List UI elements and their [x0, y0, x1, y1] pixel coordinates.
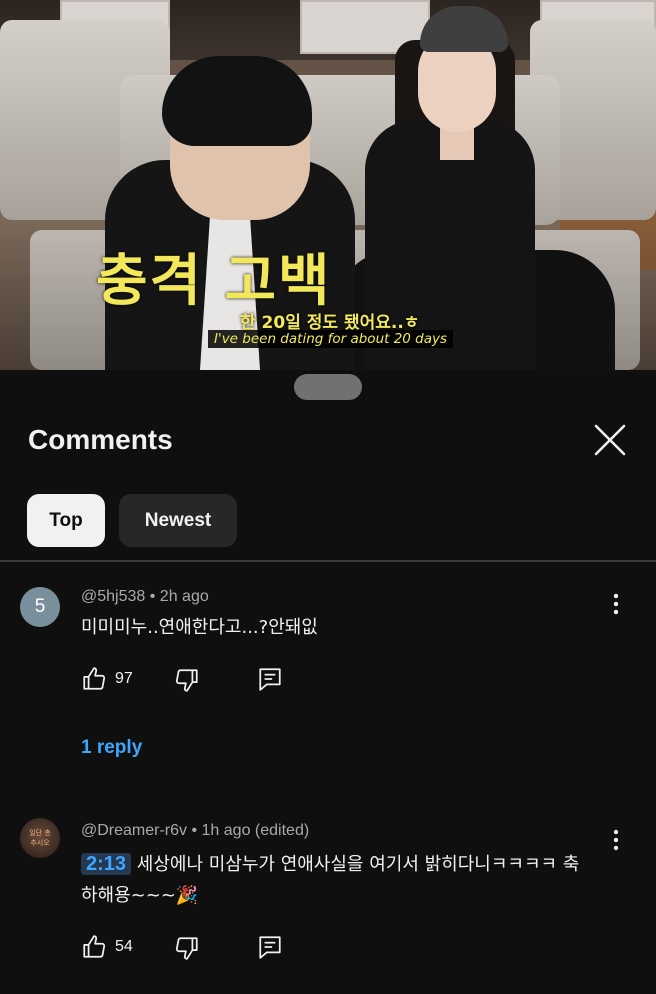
- dislike-button[interactable]: [174, 935, 200, 961]
- sort-chip-label: Top: [49, 509, 83, 531]
- sort-chip-top[interactable]: Top: [27, 494, 105, 547]
- comments-sheet: Comments Top Newest 5 @5hj538 • 2h ago 미…: [0, 370, 656, 994]
- timestamp-link[interactable]: 2:13: [81, 853, 132, 875]
- comment-author[interactable]: @Dreamer-r6v: [81, 822, 187, 839]
- view-replies-link[interactable]: 1 reply: [81, 737, 142, 759]
- comment-author[interactable]: @5hj538: [81, 588, 145, 605]
- comment-time: 2h ago: [159, 588, 209, 605]
- comment-text-line: 세상에나 미삼누가 연애사실을 여기서 밝히다니ㅋㅋㅋㅋ 축: [136, 854, 580, 875]
- reply-button[interactable]: [257, 934, 283, 960]
- dislike-button[interactable]: [174, 667, 200, 693]
- sheet-title: Comments: [28, 424, 173, 455]
- comment-reply-icon: [259, 936, 281, 959]
- avatar-image-text: 일단 총 추시오: [29, 829, 51, 847]
- like-count: 97: [115, 670, 133, 687]
- like-button[interactable]: 54: [81, 934, 133, 960]
- close-button[interactable]: [592, 422, 628, 458]
- comment-meta: @Dreamer-r6v • 1h ago (edited): [81, 822, 309, 840]
- drag-handle[interactable]: [294, 374, 362, 400]
- reply-button[interactable]: [257, 666, 283, 692]
- person-man: [162, 56, 312, 146]
- avatar-letter: 5: [34, 596, 46, 617]
- like-count: 54: [115, 938, 133, 955]
- meta-separator: •: [191, 822, 202, 839]
- like-button[interactable]: 97: [81, 666, 133, 692]
- comment-text: 2:13 세상에나 미삼누가 연애사실을 여기서 밝히다니ㅋㅋㅋㅋ 축 하해용~…: [81, 849, 621, 911]
- video-overlay-title: 충격 고백: [96, 249, 332, 314]
- divider: [0, 560, 656, 562]
- thumb-down-icon: [175, 669, 198, 692]
- meta-separator: •: [149, 588, 160, 605]
- thumb-up-icon: [83, 667, 106, 690]
- sort-chip-newest[interactable]: Newest: [119, 494, 237, 547]
- avatar[interactable]: 일단 총 추시오: [20, 818, 60, 858]
- comment-time: 1h ago (edited): [201, 822, 310, 839]
- comment-text-line: 하해용~~~🎉: [81, 885, 199, 906]
- comment-meta: @5hj538 • 2h ago: [81, 588, 209, 606]
- comment-reply-icon: [259, 668, 281, 691]
- video-subtitle-english: I've been dating for about 20 days: [208, 330, 454, 348]
- avatar[interactable]: 5: [20, 587, 60, 627]
- comment-text: 미미미누..연애한다고...?안돼잆: [81, 617, 318, 638]
- sort-chip-label: Newest: [144, 509, 212, 531]
- thumb-down-icon: [175, 937, 198, 960]
- video-player[interactable]: 충격 고백 한 20일 정도 됐어요..ㅎ I've been dating f…: [0, 0, 656, 370]
- thumb-up-icon: [83, 935, 106, 958]
- close-icon: [594, 424, 626, 456]
